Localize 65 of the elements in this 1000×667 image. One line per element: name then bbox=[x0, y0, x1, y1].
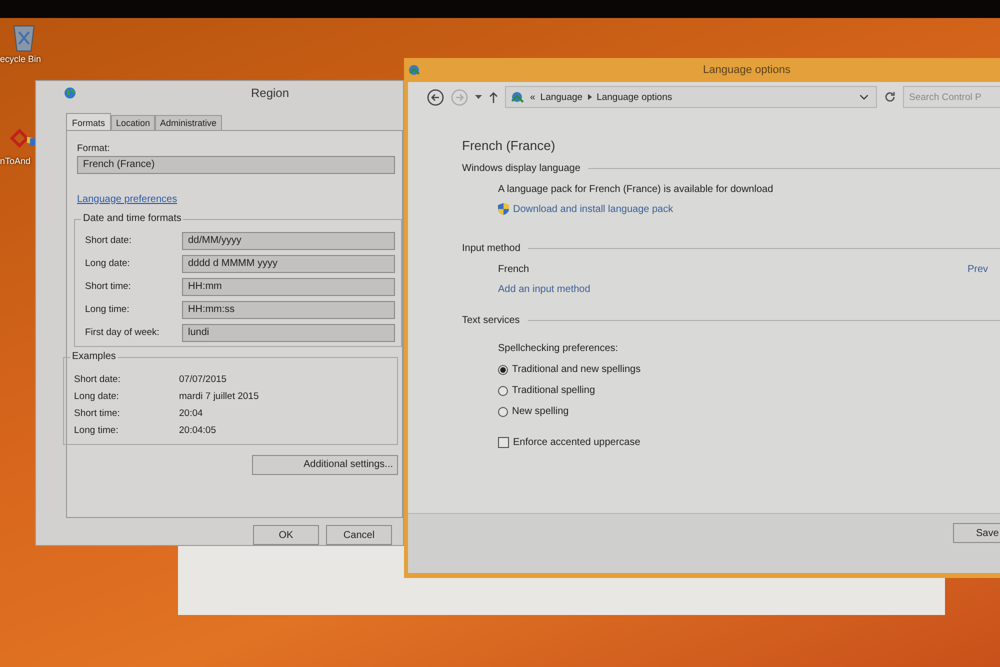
caret-icon[interactable] bbox=[475, 95, 482, 99]
back-icon[interactable] bbox=[427, 88, 444, 106]
field-label: Format: bbox=[77, 142, 111, 154]
tab[interactable]: Location bbox=[111, 114, 156, 130]
window-title: Language options bbox=[703, 64, 790, 76]
group-title: Examples bbox=[70, 350, 118, 362]
section-title: Input method bbox=[462, 243, 520, 254]
breadcrumb-item[interactable]: Language options bbox=[596, 92, 672, 102]
example-label: Short date: bbox=[74, 374, 122, 385]
download-language-pack-link[interactable]: Download and install language pack bbox=[513, 204, 674, 214]
field-label: Short time: bbox=[85, 281, 132, 292]
format-dropdown[interactable]: HH:mm bbox=[182, 278, 395, 296]
search-field[interactable]: Search Control P bbox=[903, 86, 1000, 108]
separator-arrow-icon bbox=[588, 94, 592, 100]
format-dropdown[interactable]: lundi bbox=[182, 324, 395, 342]
format-dropdown[interactable]: French (France) bbox=[77, 156, 395, 174]
dropdown-chevron-icon[interactable] bbox=[860, 94, 868, 100]
tab[interactable]: Formats bbox=[66, 112, 112, 130]
breadcrumb-item[interactable]: Language bbox=[540, 92, 583, 102]
shield-icon bbox=[498, 203, 509, 215]
refresh-icon[interactable] bbox=[884, 91, 896, 103]
format-dropdown[interactable]: dddd d MMMM yyyy bbox=[182, 254, 395, 273]
field-label: Short date: bbox=[85, 235, 132, 246]
field-label: First day of week: bbox=[85, 327, 160, 338]
add-input-method-link[interactable]: Add an input method bbox=[498, 284, 1000, 295]
dialog-button[interactable]: OK bbox=[253, 525, 319, 545]
dialog-button[interactable]: Cancel bbox=[326, 525, 392, 545]
field-label: Long time: bbox=[85, 304, 130, 316]
checkbox[interactable] bbox=[498, 437, 509, 448]
example-value: 20:04:05 bbox=[179, 424, 216, 436]
radio-button[interactable] bbox=[498, 406, 508, 416]
up-arrow-icon[interactable] bbox=[489, 92, 498, 102]
save-button[interactable]: Save bbox=[953, 523, 1000, 543]
radio-button[interactable] bbox=[498, 364, 508, 374]
radio-label[interactable]: New spelling bbox=[512, 406, 569, 417]
example-value: 07/07/2015 bbox=[179, 374, 227, 385]
address-bar[interactable]: « Language Language options bbox=[505, 86, 877, 108]
preview-link[interactable]: Prev bbox=[967, 264, 988, 275]
window-title: Region bbox=[251, 86, 290, 100]
section-title: Text services bbox=[462, 315, 520, 326]
format-dropdown[interactable]: dd/MM/yyyy bbox=[182, 232, 395, 250]
globe-icon bbox=[64, 86, 76, 99]
download-message: A language pack for French (France) is available for download bbox=[498, 184, 774, 195]
example-label: Long time: bbox=[74, 424, 120, 436]
spellcheck-prompt: Spellchecking preferences: bbox=[498, 343, 620, 354]
desktop-icon-label[interactable]: ecycle Bin bbox=[0, 54, 42, 64]
language-heading: French (France) bbox=[462, 138, 556, 153]
section-title: Windows display language bbox=[462, 163, 580, 174]
desktop-icon-label[interactable]: nToAnd bbox=[0, 156, 31, 166]
language-preferences-link[interactable]: Language preferences bbox=[77, 194, 178, 205]
example-value: 20:04 bbox=[179, 408, 203, 419]
format-dropdown[interactable]: HH:mm:ss bbox=[182, 300, 395, 319]
radio-label[interactable]: Traditional and new spellings bbox=[512, 364, 641, 375]
field-label: Long date: bbox=[85, 258, 131, 270]
tab[interactable]: Administrative bbox=[155, 114, 222, 130]
example-label: Long date: bbox=[74, 390, 120, 402]
example-value: mardi 7 juillet 2015 bbox=[179, 390, 259, 402]
example-label: Short time: bbox=[74, 408, 121, 419]
radio-label[interactable]: Traditional spelling bbox=[512, 385, 596, 396]
radio-button[interactable] bbox=[498, 386, 508, 396]
breadcrumb-chevrons: « bbox=[530, 92, 536, 102]
additional-settings-button[interactable]: Additional settings... bbox=[252, 454, 398, 475]
input-method-name: French bbox=[498, 264, 530, 275]
group-title: Date and time formats bbox=[81, 212, 184, 224]
checkbox-label[interactable]: Enforce accented uppercase bbox=[513, 437, 640, 448]
